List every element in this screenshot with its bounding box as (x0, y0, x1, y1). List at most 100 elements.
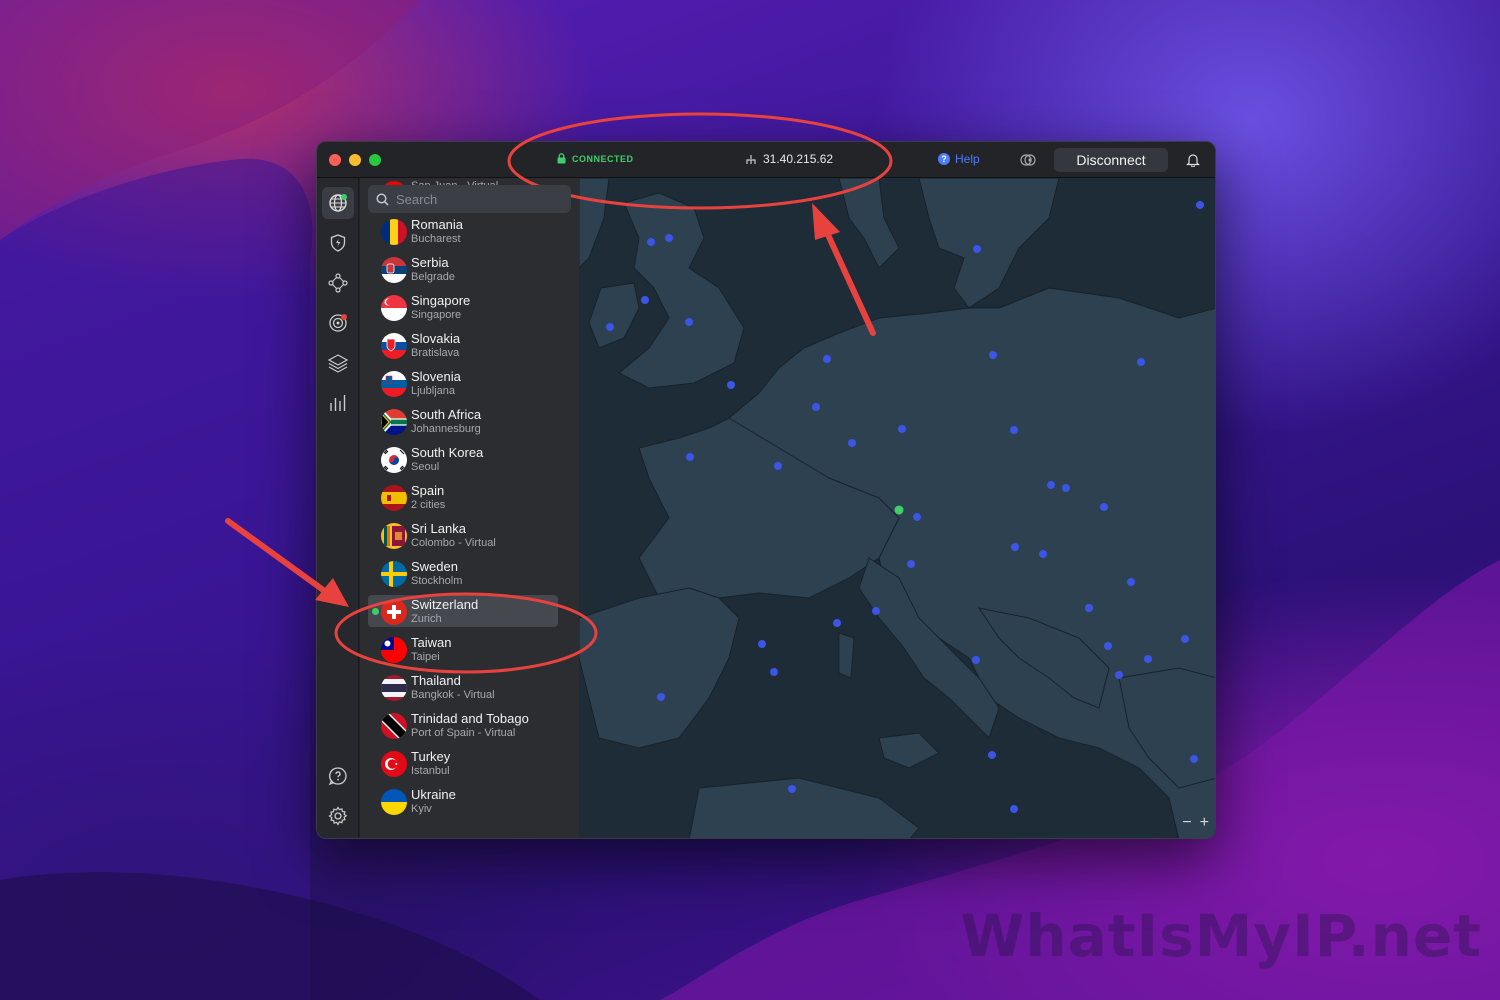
ro-flag-icon (381, 219, 407, 245)
server-item-trinidad-and-tobago[interactable]: Trinidad and Tobago Port of Spain - Virtu… (360, 708, 579, 746)
meshnet-icon[interactable] (322, 267, 354, 299)
server-list: San Juan - VirtualRomaniaBucharestSerbia… (360, 180, 579, 822)
target-icon[interactable] (322, 307, 354, 339)
server-names: Sweden Stockholm (411, 559, 462, 588)
server-names: South Korea Seoul (411, 445, 483, 474)
kr-flag-icon (381, 447, 407, 473)
country-name: Ukraine (411, 787, 456, 802)
zoom-in-button[interactable]: + (1200, 814, 1209, 832)
sidebar-rail (317, 178, 359, 838)
es-flag-icon (381, 485, 407, 511)
server-item-sri-lanka[interactable]: Sri Lanka Colombo - Virtual (360, 518, 579, 556)
ip-address-display: 31.40.215.62 (745, 152, 833, 166)
server-item-serbia[interactable]: Serbia Belgrade (360, 252, 579, 290)
country-name: Thailand (411, 673, 461, 688)
status-label: CONNECTED (572, 153, 634, 164)
se-flag-icon (381, 561, 407, 587)
city-name: Taipei (411, 651, 440, 663)
globe-icon[interactable] (322, 187, 354, 219)
si-flag-icon (381, 371, 407, 397)
help-link[interactable]: ? Help (938, 152, 980, 166)
stats-icon[interactable] (322, 387, 354, 419)
zoom-out-button[interactable]: − (1182, 814, 1191, 832)
country-name: Slovakia (411, 331, 461, 346)
country-name: Sweden (411, 559, 458, 574)
gear-icon[interactable] (322, 800, 354, 832)
server-names: Turkey Istanbul (411, 749, 450, 778)
search-box[interactable] (368, 185, 571, 213)
tr-flag-icon (381, 751, 407, 777)
server-names: Thailand Bangkok - Virtual (411, 673, 495, 702)
server-item-slovenia[interactable]: Slovenia Ljubljana (360, 366, 579, 404)
za-flag-icon (381, 409, 407, 435)
ip-address: 31.40.215.62 (763, 152, 834, 166)
connected-indicator (372, 608, 379, 615)
server-item-sweden[interactable]: Sweden Stockholm (360, 556, 579, 594)
zoom-window-button[interactable] (369, 154, 381, 166)
server-names: South Africa Johannesburg (411, 407, 481, 436)
server-names: Slovenia Ljubljana (411, 369, 461, 398)
help-circle-icon[interactable] (322, 760, 354, 792)
ch-flag-icon (381, 599, 407, 625)
server-item-taiwan[interactable]: Taiwan Taipei (360, 632, 579, 670)
th-flag-icon (381, 675, 407, 701)
search-icon (376, 192, 389, 206)
tw-flag-icon (381, 637, 407, 663)
server-item-thailand[interactable]: Thailand Bangkok - Virtual (360, 670, 579, 708)
disconnect-button[interactable]: Disconnect (1054, 148, 1168, 172)
threat-protection-icon[interactable] (1020, 152, 1036, 173)
city-name: Port of Spain - Virtual (411, 727, 516, 739)
connection-status: CONNECTED (557, 153, 634, 164)
help-label: Help (955, 152, 980, 166)
shield-icon[interactable] (322, 227, 354, 259)
server-item-south-korea[interactable]: South Korea Seoul (360, 442, 579, 480)
city-name: Bangkok - Virtual (411, 689, 495, 701)
ua-flag-icon (381, 789, 407, 815)
country-name: Switzerland (411, 597, 479, 612)
connected-server-marker (894, 505, 904, 515)
city-name: Singapore (411, 309, 462, 321)
country-name: Slovenia (411, 369, 461, 384)
country-name: Spain (411, 483, 445, 498)
europe-map (579, 178, 1215, 838)
city-name: Colombo - Virtual (411, 537, 496, 549)
server-names: Switzerland Zurich (411, 597, 478, 626)
city-name: Belgrade (411, 271, 456, 283)
server-names: Sri Lanka Colombo - Virtual (411, 521, 496, 550)
layers-icon[interactable] (322, 347, 354, 379)
country-name: Serbia (411, 255, 449, 270)
network-icon (746, 154, 756, 164)
city-name: Seoul (411, 461, 440, 473)
minimize-window-button[interactable] (349, 154, 361, 166)
server-names: Slovakia Bratislava (411, 331, 460, 360)
server-names: Romania Bucharest (411, 217, 463, 246)
lk-flag-icon (381, 523, 407, 549)
server-item-romania[interactable]: Romania Bucharest (360, 214, 579, 252)
rs-flag-icon (381, 257, 407, 283)
search-input[interactable] (396, 191, 556, 207)
zoom-controls: − + (1182, 814, 1209, 832)
country-name: Trinidad and Tobago (411, 711, 529, 726)
watermark: WhatIsMyIP.net (960, 902, 1482, 970)
server-names: Singapore Singapore (411, 293, 470, 322)
country-name: Turkey (411, 749, 451, 764)
notifications-bell-icon[interactable] (1186, 152, 1200, 172)
world-map[interactable]: − + (579, 178, 1215, 838)
close-window-button[interactable] (329, 154, 341, 166)
city-name: Ljubljana (411, 385, 456, 397)
country-name: Taiwan (411, 635, 452, 650)
server-item-switzerland[interactable]: Switzerland Zurich (360, 594, 579, 632)
server-item-turkey[interactable]: Turkey Istanbul (360, 746, 579, 784)
app-window: CONNECTED 31.40.215.62 ? Help Disconnect (316, 141, 1216, 839)
server-item-ukraine[interactable]: Ukraine Kyiv (360, 784, 579, 822)
server-item-singapore[interactable]: Singapore Singapore (360, 290, 579, 328)
country-name: Sri Lanka (411, 521, 466, 536)
server-names: Serbia Belgrade (411, 255, 455, 284)
server-item-south-africa[interactable]: South Africa Johannesburg (360, 404, 579, 442)
country-name: Singapore (411, 293, 471, 308)
server-item-slovakia[interactable]: Slovakia Bratislava (360, 328, 579, 366)
city-name: Stockholm (411, 575, 463, 587)
city-name: Bratislava (411, 347, 460, 359)
country-name: South Africa (411, 407, 482, 422)
server-item-spain[interactable]: Spain 2 cities (360, 480, 579, 518)
